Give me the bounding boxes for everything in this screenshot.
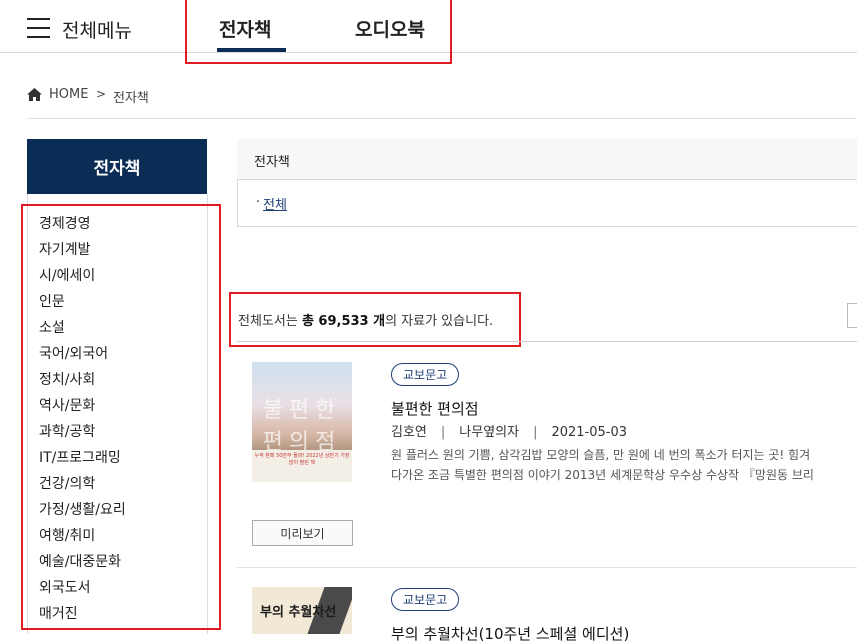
cover-title-text: 부의 추월차선: [260, 605, 337, 620]
meta-separator: |: [533, 425, 538, 440]
book-meta: 김호연 | 나무옆의자 | 2021-05-03: [391, 421, 627, 440]
sidebar-title: 전자책: [27, 139, 207, 194]
book-description: 원 플러스 원의 기쁨, 삼각김밥 모양의 슬픔, 만 원에 네 번의 폭소가 …: [391, 445, 814, 485]
category-link-all[interactable]: 전체: [263, 194, 287, 213]
cover-title-text: 불편한 편의점: [262, 398, 342, 455]
category-filter-title: 전자책: [254, 155, 290, 170]
cover-band: 누적 판매 50만부 돌파! 2022년 상반기 가장 많이 팔린 책: [252, 450, 352, 482]
home-icon[interactable]: [27, 88, 42, 101]
book-title[interactable]: 불편한 편의점: [391, 398, 479, 419]
highlight-box-tabs: [185, 0, 452, 64]
highlight-box-count: [229, 292, 521, 347]
meta-separator: |: [440, 425, 446, 440]
breadcrumb-divider: [27, 118, 857, 119]
cover-band-text: 누적 판매 50만부 돌파! 2022년 상반기 가장 많이 팔린 책: [254, 453, 350, 466]
source-badge: 교보문고: [391, 588, 460, 611]
book-date: 2021-05-03: [551, 425, 628, 440]
book-cover-image[interactable]: 불편한 편의점 누적 판매 50만부 돌파! 2022년 상반기 가장 많이 팔…: [252, 362, 352, 482]
breadcrumb-current[interactable]: 전자책: [113, 87, 149, 106]
list-top-divider: [237, 341, 857, 342]
breadcrumb-separator: >: [96, 87, 107, 101]
book-description-line: 다가온 조금 특별한 편의점 이야기 2013년 세계문학상 우수상 수상작 『…: [391, 468, 814, 482]
book-publisher[interactable]: 나무옆의자: [459, 425, 519, 440]
highlight-box-sidebar: [21, 204, 221, 630]
book-cover-image[interactable]: 부의 추월차선: [252, 587, 352, 634]
category-link-bullet: ·: [256, 195, 261, 210]
hamburger-menu-icon[interactable]: [27, 18, 50, 38]
preview-button[interactable]: 미리보기: [252, 520, 353, 546]
breadcrumb-home[interactable]: HOME: [49, 87, 88, 102]
sort-select[interactable]: [847, 303, 857, 328]
list-item-divider: [237, 567, 857, 568]
book-author[interactable]: 김호연: [391, 425, 427, 440]
book-description-line: 원 플러스 원의 기쁨, 삼각김밥 모양의 슬픔, 만 원에 네 번의 폭소가 …: [391, 448, 811, 462]
all-menu-label[interactable]: 전체메뉴: [62, 16, 132, 43]
source-badge: 교보문고: [391, 363, 460, 386]
category-filter-header: [237, 139, 857, 180]
